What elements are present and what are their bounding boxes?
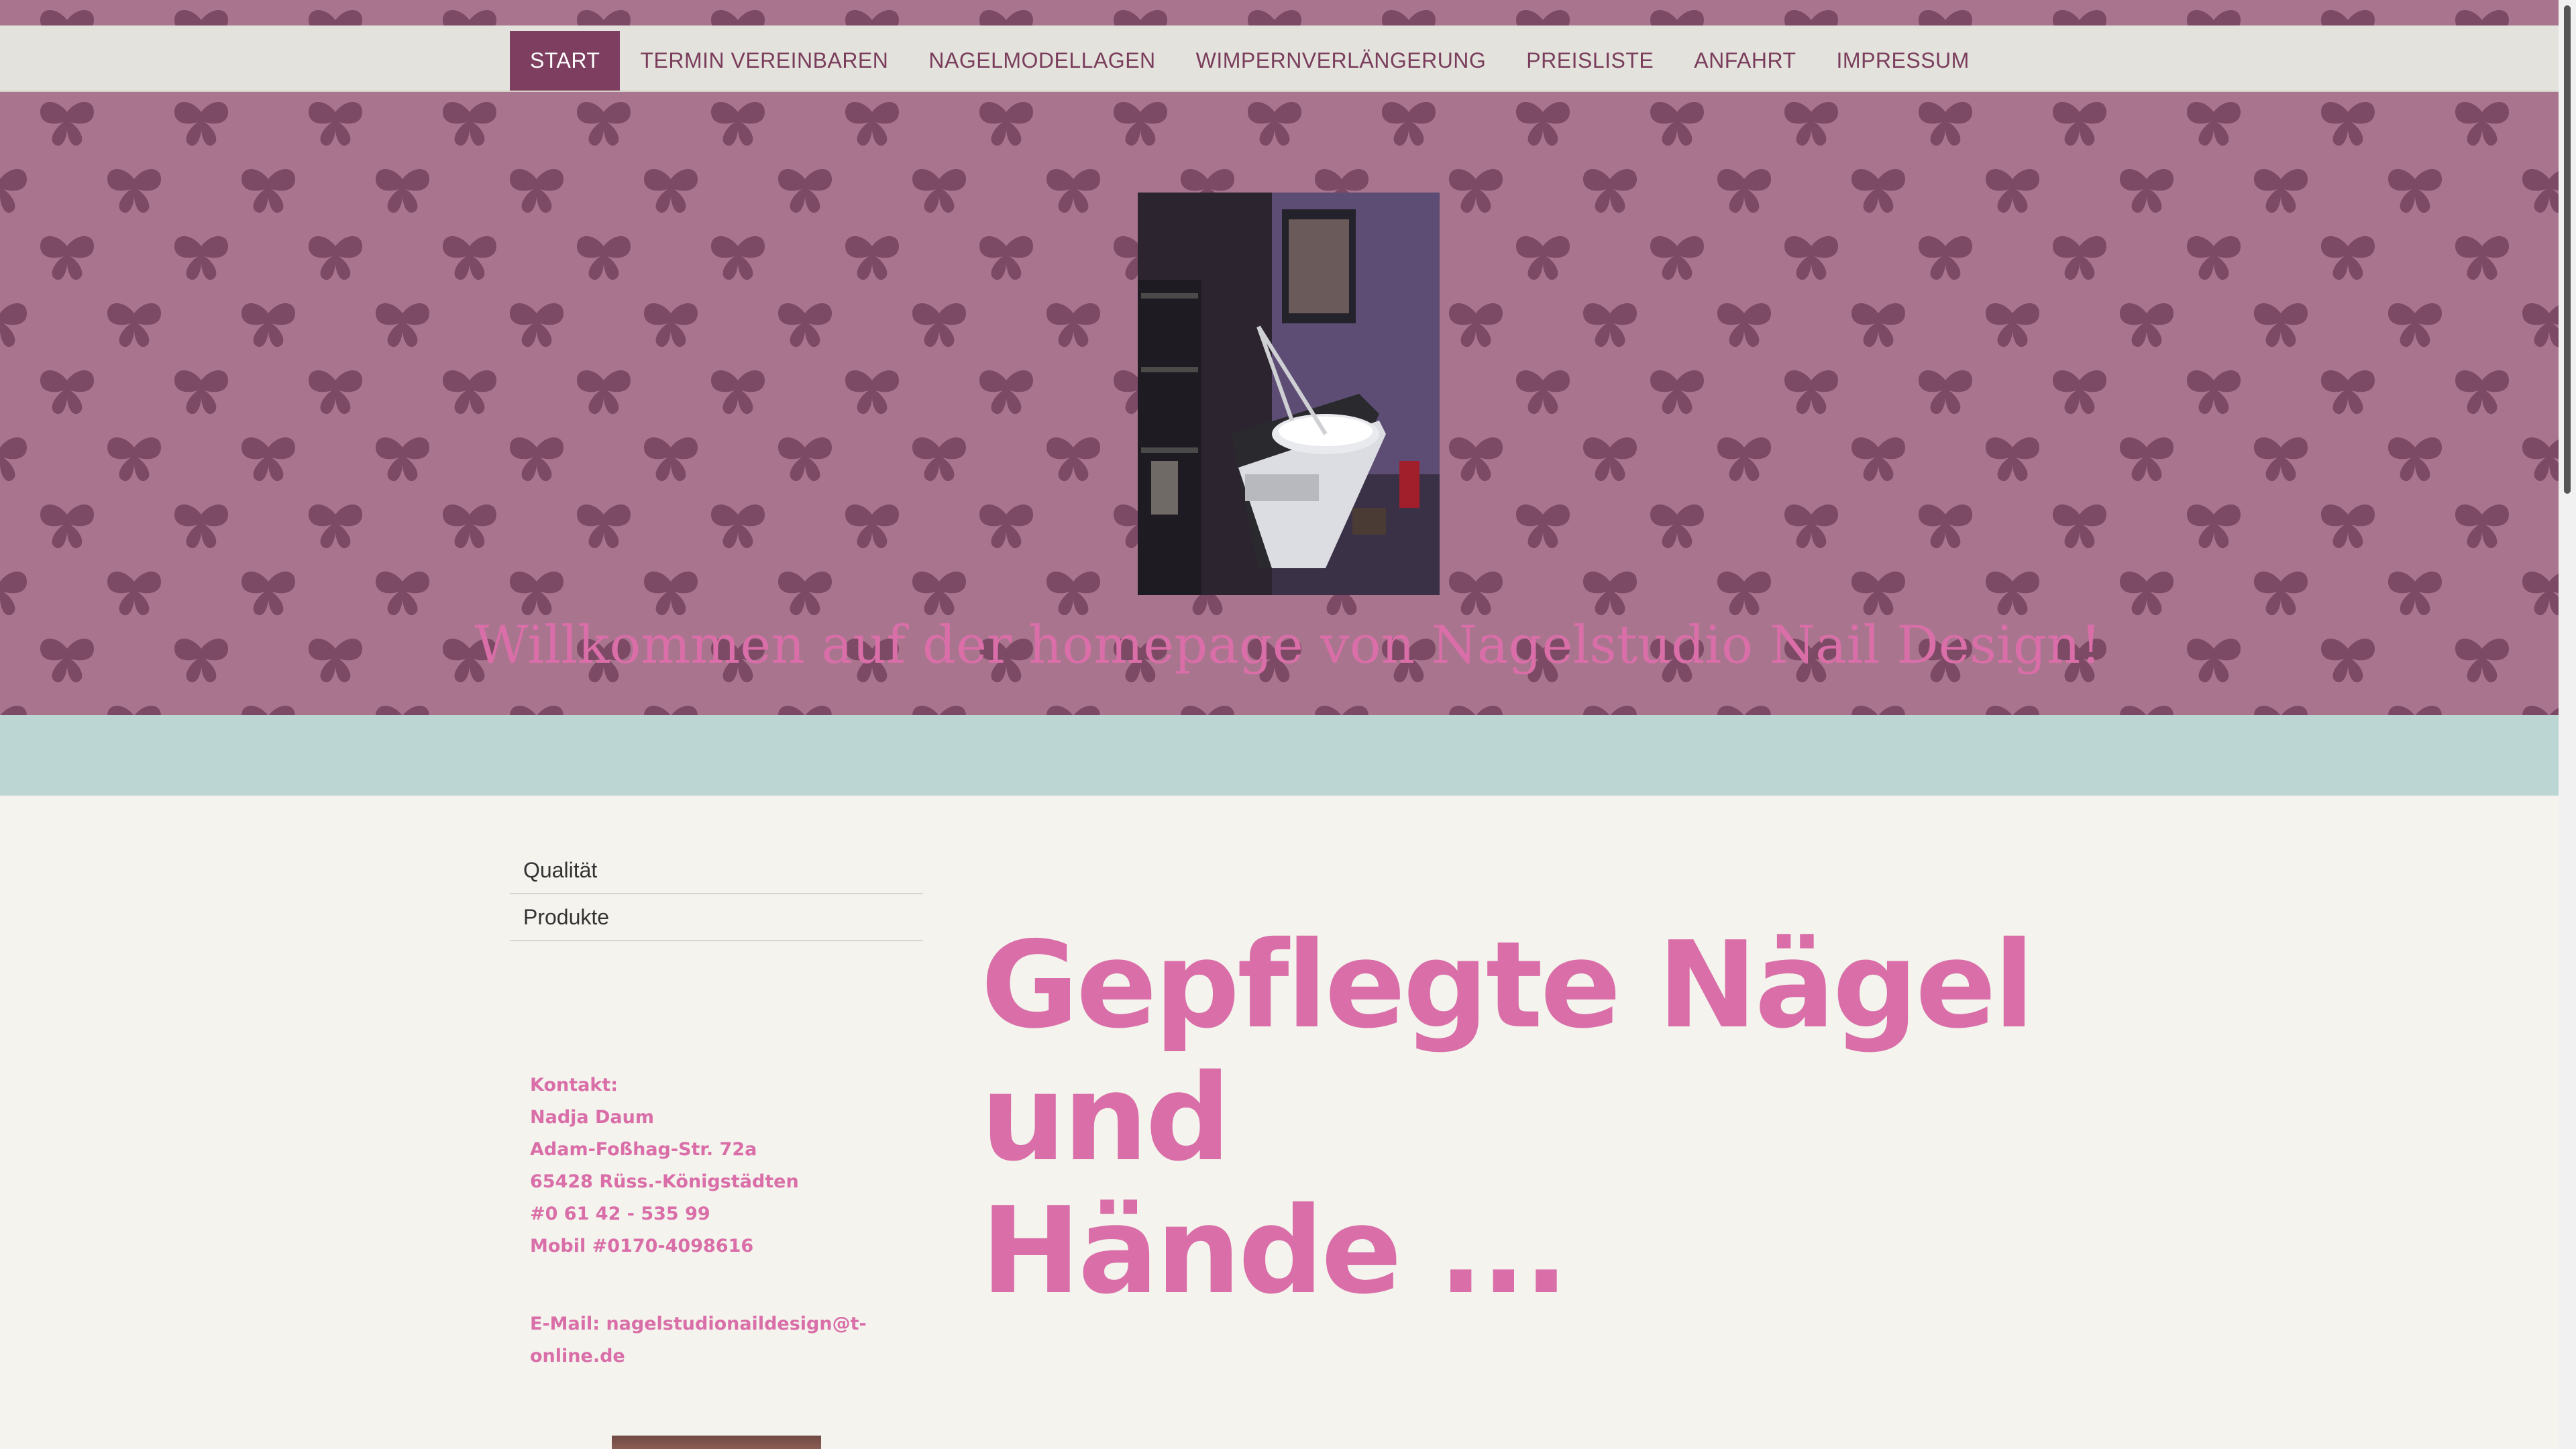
sidebar-item-produkte[interactable]: Produkte <box>510 894 923 941</box>
main-nav: START TERMIN VEREINBAREN NAGELMODELLAGEN… <box>510 31 1990 91</box>
scrollbar-thumb[interactable] <box>2564 5 2571 494</box>
partial-image-thumbnail <box>612 1436 821 1449</box>
nav-item-termin-vereinbaren[interactable]: TERMIN VEREINBAREN <box>620 31 908 91</box>
welcome-heading: Willkommen auf der homepage von Nagelstu… <box>474 615 2102 676</box>
contact-phone: #0 61 42 - 535 99 <box>530 1203 710 1224</box>
contact-city: 65428 Rüss.-Königstädten <box>530 1171 799 1192</box>
main-navigation-bar: START TERMIN VEREINBAREN NAGELMODELLAGEN… <box>0 25 2576 92</box>
headline-line-1: Gepflegte Nägel und <box>981 916 2035 1187</box>
email-label: E-Mail: <box>530 1313 600 1334</box>
headline-line-2: Hände ... <box>981 1181 1569 1320</box>
contact-street: Adam-Foßhag-Str. 72a <box>530 1139 757 1160</box>
contact-mobile: Mobil #0170-4098616 <box>530 1236 754 1256</box>
page-scrollbar[interactable] <box>2559 0 2576 1449</box>
contact-block: Kontakt: Nadja Daum Adam-Foßhag-Str. 72a… <box>530 1069 932 1373</box>
studio-photo <box>1138 193 1440 595</box>
contact-name: Nadja Daum <box>530 1107 655 1128</box>
nav-item-wimpernverlaengerung[interactable]: WIMPERNVERLÄNGERUNG <box>1176 31 1507 91</box>
top-pattern-strip <box>0 0 2576 25</box>
sidebar-subnav: Qualität Produkte <box>510 847 923 941</box>
nav-item-start[interactable]: START <box>510 31 621 91</box>
nav-item-anfahrt[interactable]: ANFAHRT <box>1674 31 1816 91</box>
sidebar-item-qualitaet[interactable]: Qualität <box>510 847 923 894</box>
contact-email-row: E-Mail: nagelstudionaildesign@t-online.d… <box>530 1308 932 1373</box>
teal-divider-band <box>0 715 2576 796</box>
contact-heading: Kontakt: <box>530 1075 619 1095</box>
main-headline: Gepflegte Nägel und Hände ... <box>981 919 2121 1318</box>
nav-item-impressum[interactable]: IMPRESSUM <box>1817 31 1990 91</box>
hero-banner: Willkommen auf der homepage von Nagelstu… <box>0 92 2576 715</box>
nav-item-nagelmodellagen[interactable]: NAGELMODELLAGEN <box>908 31 1175 91</box>
nav-item-preisliste[interactable]: PREISLISTE <box>1506 31 1674 91</box>
